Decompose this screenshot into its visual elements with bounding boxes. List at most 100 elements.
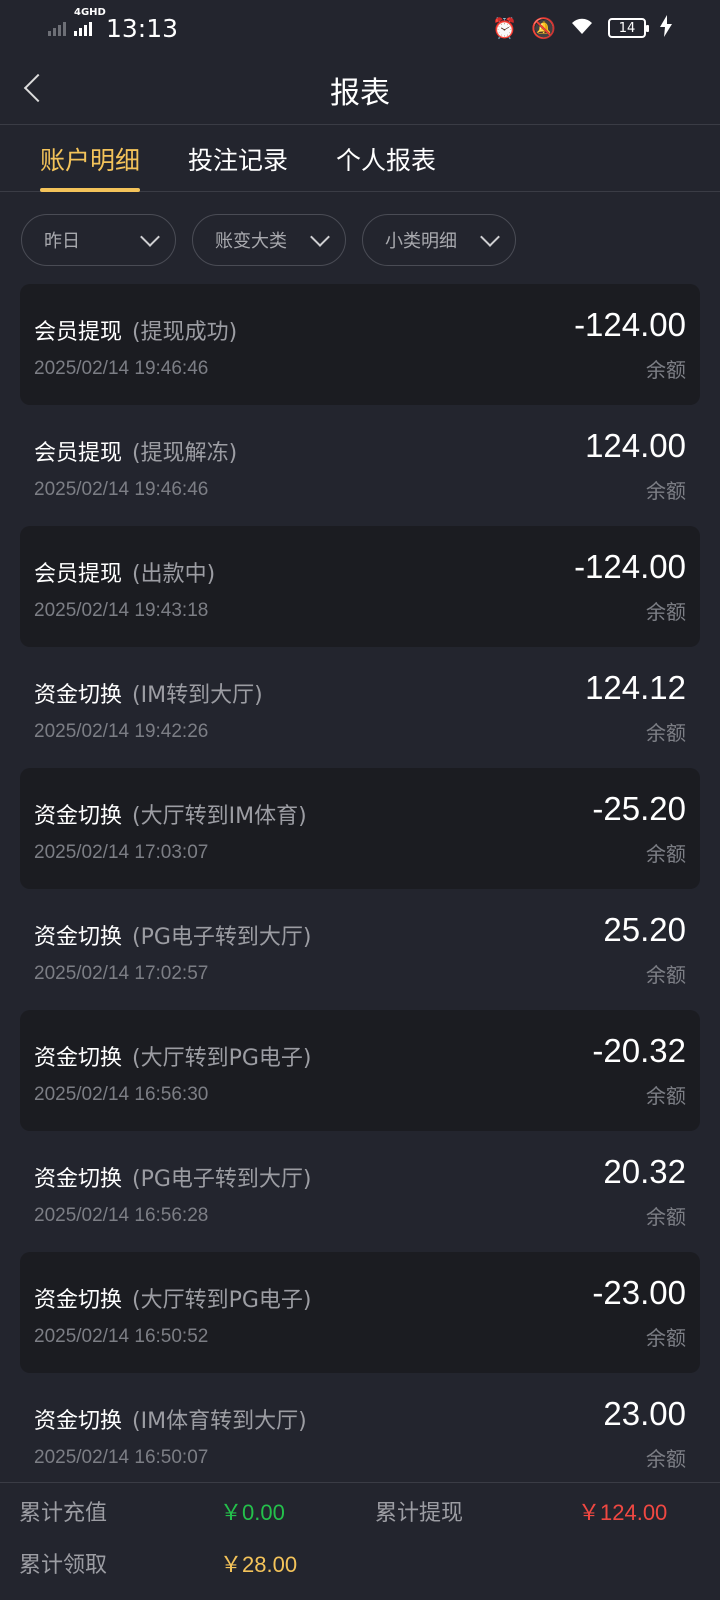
total-claim-value: ￥28.00: [220, 1552, 298, 1577]
alarm-icon: ⏰: [492, 16, 518, 40]
chevron-down-icon: [480, 227, 500, 247]
transaction-amount: -23.00: [592, 1274, 686, 1311]
transaction-subtype: (PG电子转到大厅): [132, 1167, 312, 1192]
transaction-subtype: (提现解冻): [132, 441, 238, 466]
transaction-type: 资金切换: [34, 1167, 123, 1192]
transaction-row[interactable]: 会员提现 (出款中) 2025/02/14 19:43:18 -124.00 余额: [20, 526, 700, 647]
transaction-type: 会员提现: [34, 320, 123, 345]
date-filter-label: 昨日: [44, 231, 80, 252]
transaction-row[interactable]: 资金切换 (IM体育转到大厅) 2025/02/14 16:50:07 23.00…: [20, 1373, 700, 1494]
transaction-title: 资金切换 (大厅转到PG电子): [34, 1040, 312, 1072]
transaction-row[interactable]: 会员提现 (提现解冻) 2025/02/14 19:46:46 124.00 余额: [20, 405, 700, 526]
transaction-amount: 124.12: [585, 669, 686, 706]
transaction-time: 2025/02/14 16:50:52: [34, 1326, 209, 1347]
date-filter-dropdown[interactable]: 昨日: [21, 214, 176, 266]
transaction-title: 资金切换 (IM转到大厅): [34, 677, 263, 709]
transaction-time: 2025/02/14 16:56:30: [34, 1084, 209, 1105]
summary-footer: 累计充值 ￥0.00 累计提现 ￥124.00 累计领取 ￥28.00: [0, 1482, 720, 1600]
transaction-title: 资金切换 (大厅转到IM体育): [34, 798, 307, 830]
category-filter-dropdown[interactable]: 账变大类: [192, 214, 346, 266]
transaction-time: 2025/02/14 17:03:07: [34, 842, 209, 863]
tab-account-details[interactable]: 账户明细: [40, 125, 141, 193]
transaction-row[interactable]: 资金切换 (大厅转到PG电子) 2025/02/14 16:56:30 -20.3…: [20, 1010, 700, 1131]
transaction-title: 会员提现 (出款中): [34, 556, 215, 588]
transaction-amount: -124.00: [574, 548, 686, 585]
transaction-time: 2025/02/14 19:43:18: [34, 600, 209, 621]
total-withdraw-value: ￥124.00: [578, 1500, 668, 1525]
transaction-subtype: (出款中): [132, 562, 216, 587]
transaction-title: 资金切换 (PG电子转到大厅): [34, 1161, 312, 1193]
transaction-amount: 25.20: [603, 911, 686, 948]
transaction-time: 2025/02/14 16:50:07: [34, 1447, 209, 1468]
transaction-time: 2025/02/14 19:46:46: [34, 358, 209, 379]
bell-off-icon: 🔕: [531, 16, 556, 40]
transaction-type: 资金切换: [34, 683, 123, 708]
charging-icon: [660, 14, 672, 42]
transaction-row[interactable]: 会员提现 (提现成功) 2025/02/14 19:46:46 -124.00 余…: [20, 284, 700, 405]
transaction-row[interactable]: 资金切换 (大厅转到PG电子) 2025/02/14 16:50:52 -23.0…: [20, 1252, 700, 1373]
balance-label: 余额: [646, 721, 686, 745]
back-arrow-icon[interactable]: [22, 76, 46, 100]
page-title: 报表: [330, 76, 390, 111]
transaction-title: 资金切换 (IM体育转到大厅): [34, 1403, 307, 1435]
subcategory-filter-label: 小类明细: [385, 231, 457, 252]
balance-label: 余额: [646, 842, 686, 866]
transaction-amount: -20.32: [592, 1032, 686, 1069]
battery-level: 14: [618, 20, 636, 36]
transaction-type: 会员提现: [34, 562, 123, 587]
transaction-row[interactable]: 资金切换 (PG电子转到大厅) 2025/02/14 16:56:28 20.32…: [20, 1131, 700, 1252]
transaction-type: 资金切换: [34, 925, 123, 950]
transaction-subtype: (大厅转到PG电子): [132, 1046, 312, 1071]
status-bar: 4GHD 13:13 ⏰ 🔕 14: [0, 0, 720, 56]
battery-icon: 14: [608, 18, 649, 38]
transaction-subtype: (大厅转到PG电子): [132, 1288, 312, 1313]
subcategory-filter-dropdown[interactable]: 小类明细: [362, 214, 516, 266]
total-deposit-value: ￥0.00: [220, 1500, 285, 1525]
balance-label: 余额: [646, 1326, 686, 1350]
transaction-type: 资金切换: [34, 1046, 123, 1071]
transaction-row[interactable]: 资金切换 (IM转到大厅) 2025/02/14 19:42:26 124.12 …: [20, 647, 700, 768]
transaction-amount: -25.20: [592, 790, 686, 827]
transaction-list: 会员提现 (提现成功) 2025/02/14 19:46:46 -124.00 余…: [20, 284, 700, 1494]
transaction-row[interactable]: 资金切换 (PG电子转到大厅) 2025/02/14 17:02:57 25.20…: [20, 889, 700, 1010]
network-indicator: 4GHD: [74, 8, 106, 36]
transaction-title: 会员提现 (提现成功): [34, 314, 237, 346]
transaction-title: 资金切换 (PG电子转到大厅): [34, 919, 312, 951]
balance-label: 余额: [646, 1205, 686, 1229]
filter-bar: 昨日 账变大类 小类明细: [21, 214, 516, 266]
transaction-time: 2025/02/14 17:02:57: [34, 963, 209, 984]
balance-label: 余额: [646, 358, 686, 382]
category-filter-label: 账变大类: [215, 231, 287, 252]
transaction-amount: -124.00: [574, 306, 686, 343]
transaction-title: 会员提现 (提现解冻): [34, 435, 237, 467]
balance-label: 余额: [646, 479, 686, 503]
transaction-subtype: (IM转到大厅): [132, 683, 263, 708]
balance-label: 余额: [646, 963, 686, 987]
tab-personal-report[interactable]: 个人报表: [336, 125, 436, 193]
header: 报表: [0, 56, 720, 124]
transaction-type: 会员提现: [34, 441, 123, 466]
balance-label: 余额: [646, 600, 686, 624]
balance-label: 余额: [646, 1084, 686, 1108]
tab-bet-records[interactable]: 投注记录: [188, 125, 288, 193]
balance-label: 余额: [646, 1447, 686, 1471]
status-right: ⏰ 🔕 14: [492, 14, 672, 42]
chevron-down-icon: [310, 227, 330, 247]
transaction-amount: 124.00: [585, 427, 686, 464]
transaction-type: 资金切换: [34, 1409, 123, 1434]
transaction-subtype: (提现成功): [132, 320, 238, 345]
transaction-row[interactable]: 资金切换 (大厅转到IM体育) 2025/02/14 17:03:07 -25.2…: [20, 768, 700, 889]
transaction-amount: 23.00: [603, 1395, 686, 1432]
signal-sim1-icon: [48, 20, 66, 36]
transaction-subtype: (大厅转到IM体育): [132, 804, 307, 829]
transaction-type: 资金切换: [34, 804, 123, 829]
total-withdraw-label: 累计提现: [375, 1501, 464, 1526]
transaction-title: 资金切换 (大厅转到PG电子): [34, 1282, 312, 1314]
total-deposit-label: 累计充值: [19, 1501, 108, 1526]
status-left: 4GHD 13:13: [48, 8, 179, 43]
transaction-time: 2025/02/14 19:46:46: [34, 479, 209, 500]
total-claim-label: 累计领取: [19, 1553, 108, 1578]
transaction-type: 资金切换: [34, 1288, 123, 1313]
transaction-amount: 20.32: [603, 1153, 686, 1190]
status-time: 13:13: [106, 13, 179, 43]
